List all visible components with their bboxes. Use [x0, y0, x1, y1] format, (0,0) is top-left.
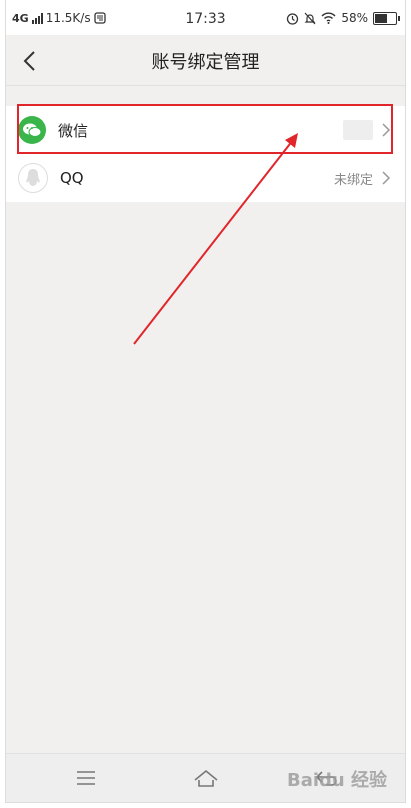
battery-percent: 58% — [341, 11, 368, 25]
header: 账号绑定管理 — [6, 35, 405, 86]
home-button[interactable] — [192, 766, 220, 790]
wifi-icon — [321, 12, 336, 24]
account-name: 微信 — [58, 121, 89, 140]
account-row-qq[interactable]: QQ 未绑定 — [6, 154, 405, 202]
chevron-right-icon — [382, 171, 391, 185]
battery-icon — [373, 11, 400, 25]
battery-fill — [375, 13, 387, 23]
status-right: 58% — [286, 11, 400, 25]
home-icon — [194, 769, 218, 787]
account-name: QQ — [60, 169, 84, 187]
blurred-account-value — [343, 120, 373, 140]
watermark: Baidu 经验 — [286, 770, 387, 791]
alarm-icon — [287, 12, 299, 25]
page-title: 账号绑定管理 — [151, 52, 260, 73]
qq-icon — [18, 163, 48, 193]
binding-status: 未绑定 — [333, 172, 373, 188]
account-row-wechat[interactable]: 微信 — [6, 106, 405, 154]
nav-bar: Baidu 经验 — [6, 753, 405, 802]
mute-icon — [304, 12, 316, 24]
menu-icon — [77, 771, 95, 785]
wechat-icon — [18, 116, 46, 144]
menu-button[interactable] — [72, 766, 100, 790]
phone-screen: 4G 11.5K/s 17:33 58% 账号绑定管理 微信 QQ 未绑定 Ba… — [5, 0, 406, 803]
account-list: 微信 QQ 未绑定 — [6, 106, 405, 202]
status-bar: 4G 11.5K/s 17:33 58% — [6, 0, 405, 35]
chevron-right-icon — [382, 123, 391, 137]
